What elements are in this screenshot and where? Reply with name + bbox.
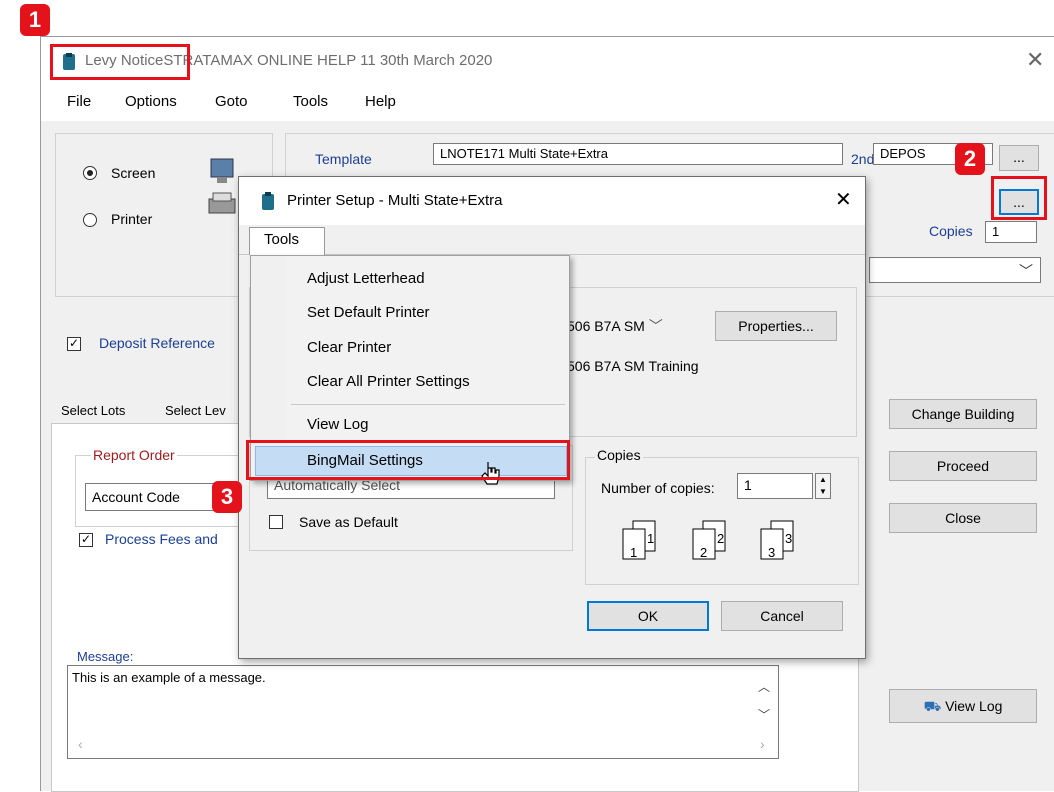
dialog-title-bar: Printer Setup - Multi State+Extra ✕ bbox=[239, 177, 865, 225]
proceed-button[interactable]: Proceed bbox=[889, 451, 1037, 481]
dialog-close-icon[interactable]: ✕ bbox=[835, 187, 852, 212]
step-marker-3: 3 bbox=[212, 481, 242, 513]
change-building-button[interactable]: Change Building bbox=[889, 399, 1037, 429]
menu-tools[interactable]: Tools bbox=[293, 93, 328, 110]
scroll-up-icon[interactable]: ︿ bbox=[758, 678, 770, 695]
dialog-menu-tools[interactable]: Tools bbox=[249, 227, 325, 255]
menu-bar: File Options Goto Tools Help bbox=[41, 85, 1054, 121]
view-log-button[interactable]: ⛟ View Log bbox=[889, 689, 1037, 723]
svg-text:1: 1 bbox=[630, 545, 637, 560]
screen-label: Screen bbox=[111, 165, 156, 181]
menu-separator bbox=[291, 404, 565, 405]
number-of-copies-input[interactable]: 1 bbox=[737, 473, 813, 499]
dialog-menu-bar: Tools bbox=[239, 225, 865, 255]
close-icon[interactable]: ✕ bbox=[1026, 47, 1044, 73]
title-bar: Levy NoticeSTRATAMAX ONLINE HELP 11 30th… bbox=[41, 37, 1054, 85]
menu-item-adjust-letterhead[interactable]: Adjust Letterhead bbox=[307, 270, 425, 287]
svg-text:3: 3 bbox=[768, 545, 775, 560]
tab-select-levies[interactable]: Select Lev bbox=[165, 403, 226, 418]
template-field[interactable]: LNOTE171 Multi State+Extra bbox=[433, 143, 843, 165]
second-template-browse-button[interactable]: ... bbox=[999, 145, 1039, 171]
second-label: 2nd bbox=[851, 151, 875, 167]
svg-text:2: 2 bbox=[717, 531, 724, 546]
step-1-highlight-box bbox=[50, 44, 190, 80]
deposit-reference-checkbox[interactable]: ✓ bbox=[67, 337, 81, 351]
menu-item-clear-printer[interactable]: Clear Printer bbox=[307, 339, 391, 356]
message-text: This is an example of a message. bbox=[72, 670, 266, 685]
deposit-reference-label: Deposit Reference bbox=[99, 335, 215, 351]
save-default-checkbox[interactable] bbox=[269, 515, 283, 529]
step-marker-1: 1 bbox=[20, 4, 50, 36]
view-log-label: View Log bbox=[945, 698, 1003, 714]
printer-label: Printer bbox=[111, 211, 153, 227]
copies-group-label: Copies bbox=[595, 447, 643, 463]
report-order-label: Report Order bbox=[91, 447, 177, 463]
printer-dropdown[interactable] bbox=[869, 257, 1041, 283]
printer-select-chevron-icon: ﹀ bbox=[648, 318, 663, 334]
process-fees-label: Process Fees and bbox=[105, 531, 218, 547]
ok-button[interactable]: OK bbox=[587, 601, 709, 631]
message-textarea[interactable]: This is an example of a message. ︿ ﹀ ‹ › bbox=[67, 665, 779, 759]
printer-name-text: 506 B7A SM Training bbox=[567, 358, 699, 374]
dialog-app-icon bbox=[262, 192, 274, 210]
menu-item-view-log[interactable]: View Log bbox=[307, 416, 368, 433]
chevron-down-icon[interactable]: ﹀ bbox=[1019, 261, 1033, 281]
close-button[interactable]: Close bbox=[889, 503, 1037, 533]
menu-file[interactable]: File bbox=[67, 93, 91, 110]
menu-help[interactable]: Help bbox=[365, 93, 396, 110]
step-3-highlight-box bbox=[246, 440, 570, 480]
scroll-down-icon[interactable]: ﹀ bbox=[758, 706, 770, 723]
menu-item-set-default-printer[interactable]: Set Default Printer bbox=[307, 304, 430, 321]
copies-spinner[interactable]: ▲ ▼ bbox=[815, 473, 831, 499]
svg-text:2: 2 bbox=[700, 545, 707, 560]
template-label: Template bbox=[315, 151, 372, 167]
properties-button[interactable]: Properties... bbox=[715, 311, 837, 341]
svg-text:3: 3 bbox=[785, 531, 792, 546]
menu-goto[interactable]: Goto bbox=[215, 93, 248, 110]
view-log-icon: ⛟ bbox=[923, 698, 942, 714]
menu-options[interactable]: Options bbox=[125, 93, 177, 110]
copies-label: Copies bbox=[929, 223, 973, 239]
menu-item-clear-all-printer-settings[interactable]: Clear All Printer Settings bbox=[307, 373, 470, 390]
copies-field[interactable]: 1 bbox=[985, 221, 1037, 243]
collate-icon: 11 22 33 bbox=[622, 520, 794, 560]
save-default-label: Save as Default bbox=[299, 514, 398, 530]
step-2-highlight-box bbox=[991, 176, 1047, 220]
svg-text:1: 1 bbox=[647, 531, 654, 546]
cancel-button[interactable]: Cancel bbox=[721, 601, 843, 631]
printer-select[interactable]: 506 B7A SM ﹀ bbox=[567, 313, 707, 339]
screen-radio[interactable] bbox=[83, 166, 97, 180]
dialog-title: Printer Setup - Multi State+Extra bbox=[287, 192, 503, 209]
process-fees-checkbox[interactable]: ✓ bbox=[79, 533, 93, 547]
step-marker-2: 2 bbox=[955, 143, 985, 175]
tab-select-lots[interactable]: Select Lots bbox=[61, 403, 125, 418]
message-label: Message: bbox=[77, 649, 134, 664]
scroll-right-icon[interactable]: › bbox=[760, 736, 765, 752]
printer-radio[interactable] bbox=[83, 213, 97, 227]
scroll-left-icon[interactable]: ‹ bbox=[78, 736, 83, 752]
number-of-copies-label: Number of copies: bbox=[601, 480, 715, 496]
